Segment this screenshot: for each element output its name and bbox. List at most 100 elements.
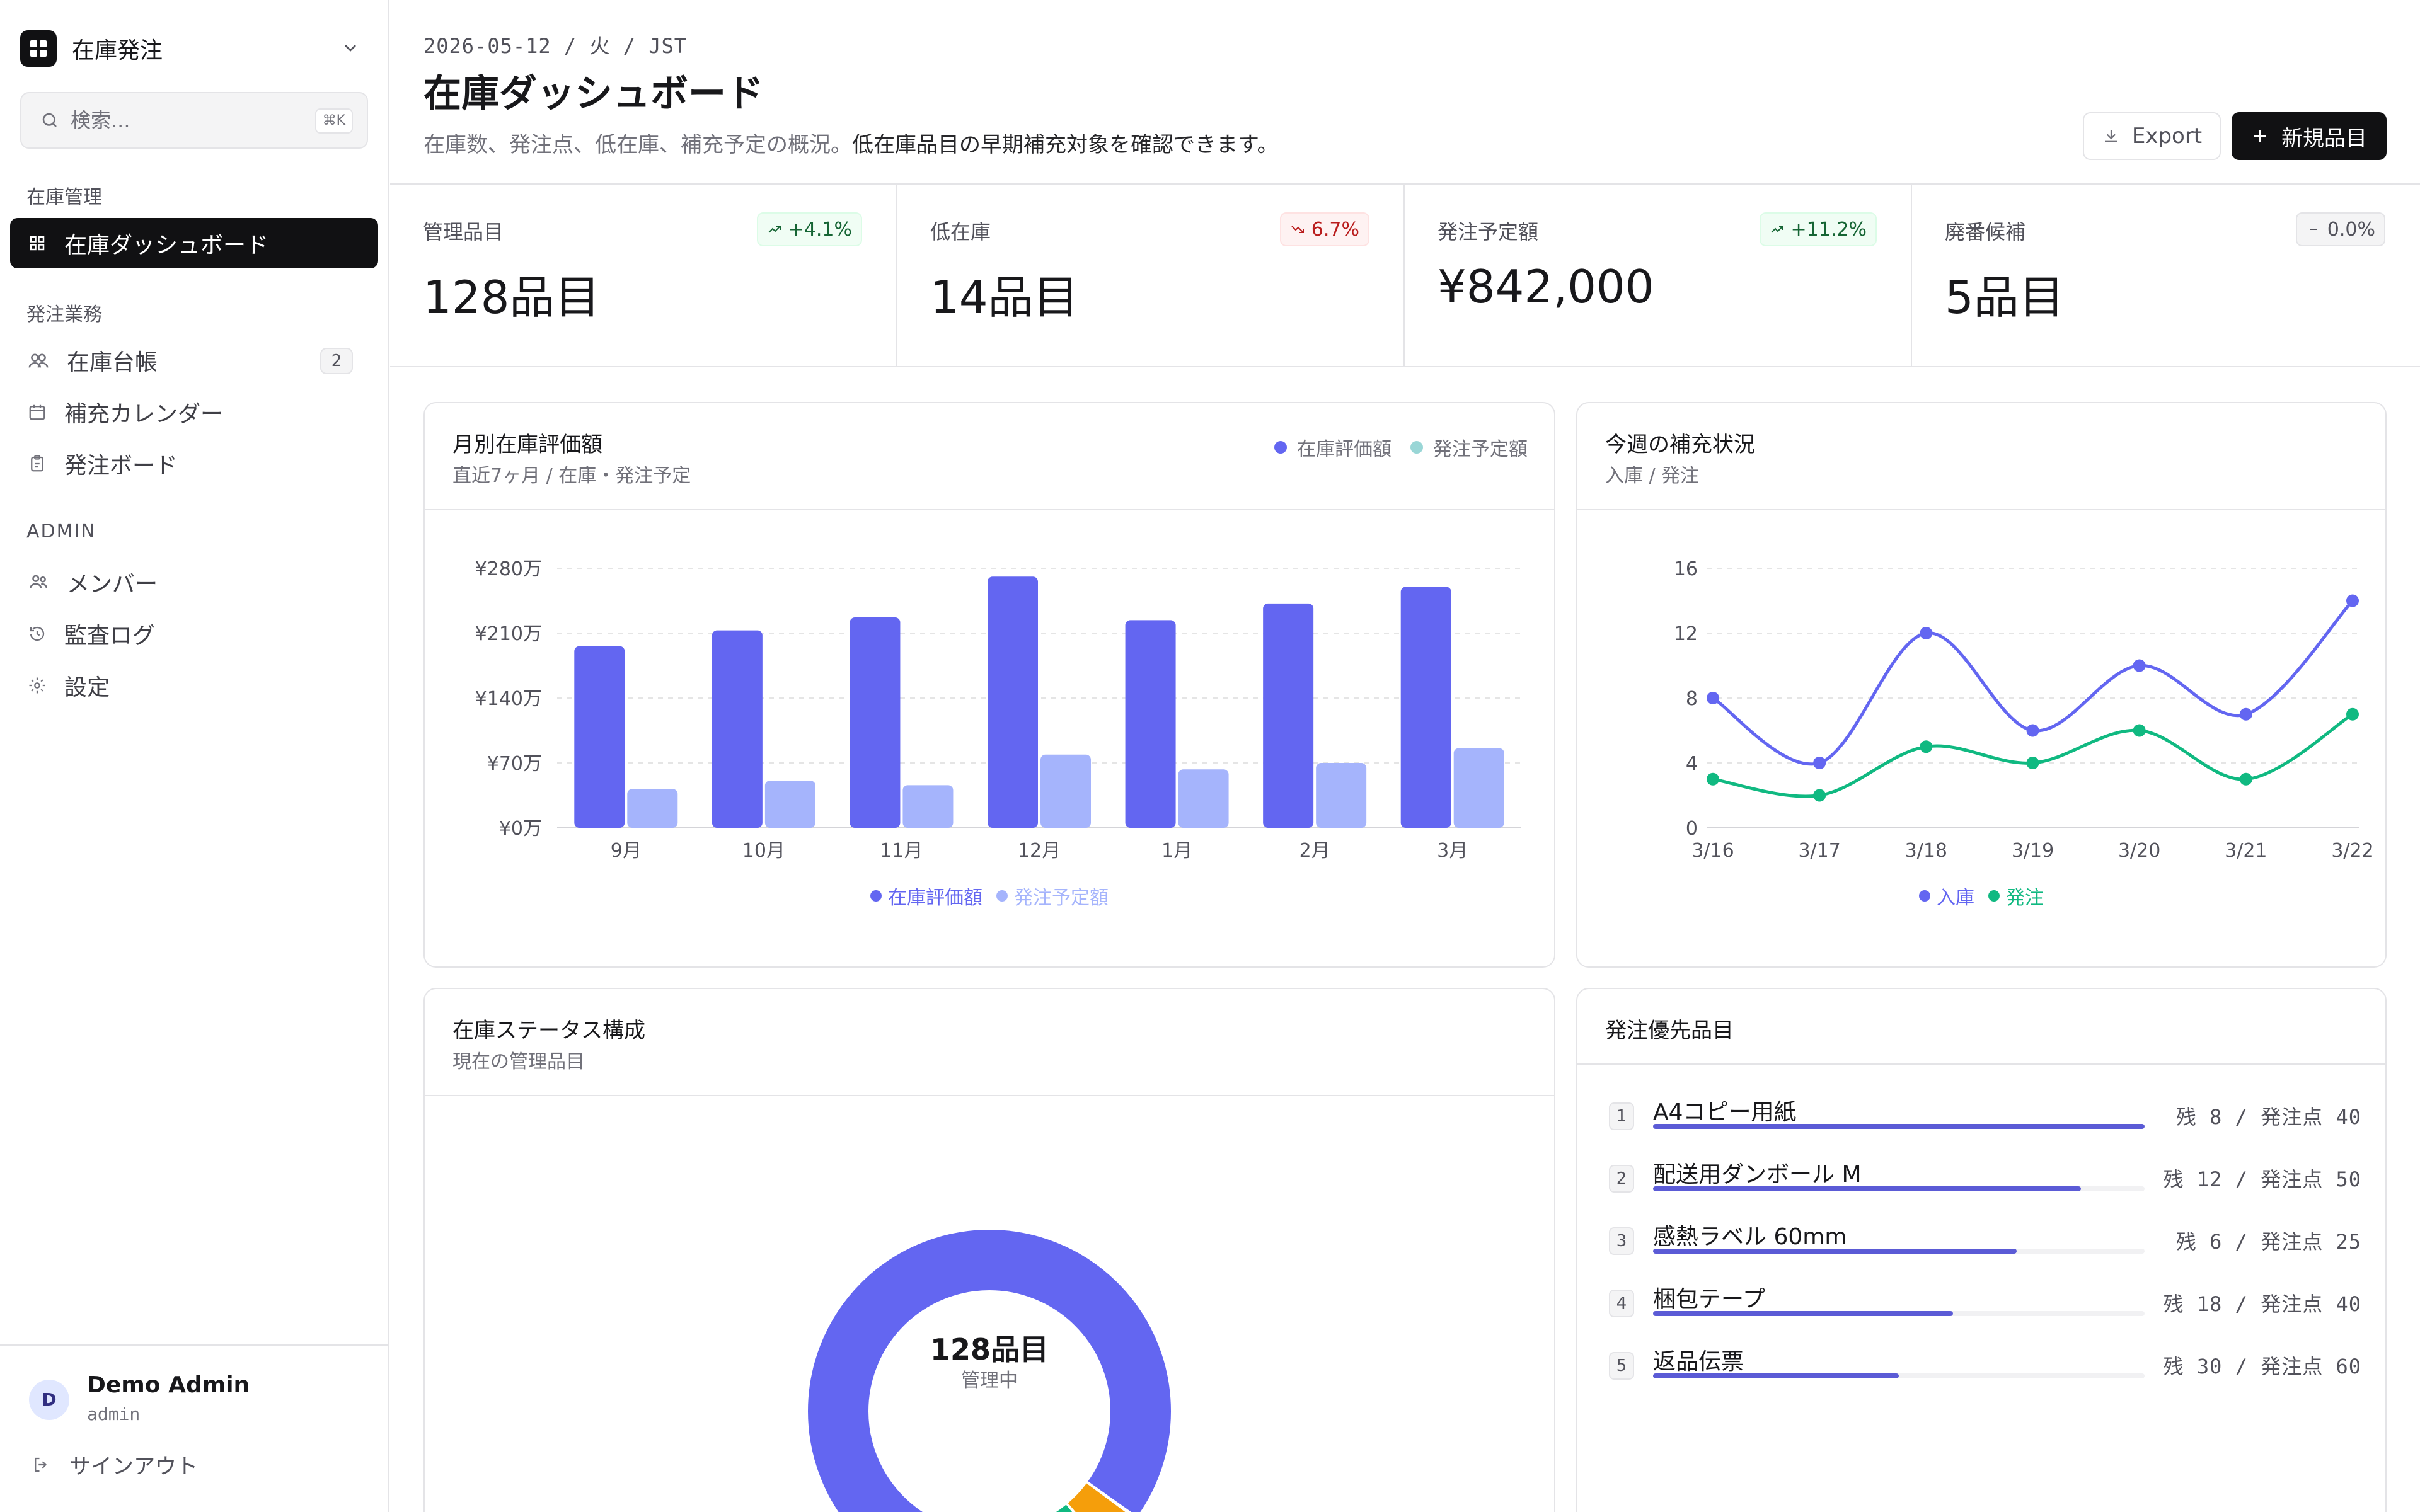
page-description: 在庫数、発注点、低在庫、補充予定の概況。低在庫品目の早期補充対象を確認できます。	[424, 127, 1279, 158]
kpi-label: 管理品目	[423, 220, 504, 244]
priority-row[interactable]: 3 感熱ラベル 60mm 残 6 / 発注点 25	[1605, 1215, 2361, 1265]
trend-up-icon	[1770, 226, 1783, 233]
card-subtitle: 入庫 / 発注	[1605, 465, 1700, 487]
grid-icon	[30, 236, 45, 251]
bar-inventory-value	[712, 630, 763, 828]
bar-inventory-value	[850, 617, 901, 828]
inventory-value-card: 月別在庫評価額 直近7ヶ月 / 在庫・発注予定 在庫評価額 発注予定額 ¥0万 ¥…	[424, 402, 1555, 968]
legend-label: 在庫評価額	[1297, 438, 1392, 461]
priority-bar	[1653, 1373, 2145, 1378]
kpi-card: 低在庫 14品目 6.7%	[897, 185, 1405, 366]
sidebar-item-members[interactable]: メンバー	[10, 557, 378, 607]
bar-chart: ¥0万 ¥70万 ¥140万 ¥210万 ¥280万 9月 10月 11月 12月 1月 2月 3月	[475, 558, 1521, 862]
legend-swatch	[996, 890, 1008, 902]
avatar[interactable]: D	[29, 1380, 69, 1420]
kpi-delta-badge: 0.0%	[2295, 212, 2385, 246]
data-point	[1920, 627, 1933, 639]
priority-bar-fill	[1653, 1186, 2081, 1191]
signout-label: サインアウト	[69, 1454, 198, 1479]
export-button[interactable]: Export	[2083, 112, 2221, 160]
y-tick-label: ¥140万	[475, 688, 542, 710]
calendar-icon	[29, 404, 45, 420]
priority-rank: 3	[1609, 1227, 1634, 1255]
sidebar-item-calendar[interactable]: 補充カレンダー	[10, 387, 378, 437]
new-item-label: 新規品目	[2281, 125, 2367, 151]
kpi-card: 管理品目 128品目 +4.1%	[390, 185, 897, 366]
legend-label: 在庫評価額	[888, 887, 982, 909]
card-title: 在庫ステータス構成	[452, 1018, 645, 1043]
x-tick-label: 10月	[742, 840, 785, 862]
bar-order-planned	[1040, 754, 1091, 828]
history-icon	[30, 626, 45, 641]
legend-label: 発注予定額	[1014, 887, 1109, 909]
x-tick-label: 3/21	[2225, 840, 2267, 862]
legend-label: 発注予定額	[1433, 438, 1528, 461]
y-tick-label: 4	[1686, 753, 1698, 775]
legend-swatch	[1410, 441, 1423, 454]
x-tick-label: 3/22	[2331, 840, 2373, 862]
priority-bar-fill	[1653, 1373, 1899, 1378]
kpi-card: 廃番候補 5品目 0.0%	[1912, 185, 2419, 366]
bar-order-planned	[1178, 769, 1229, 828]
x-tick-label: 3/20	[2118, 840, 2160, 862]
search-box[interactable]: ⌘K	[20, 92, 368, 149]
sidebar-item-dashboard[interactable]: 在庫ダッシュボード	[10, 218, 378, 268]
x-tick-label: 3/19	[2012, 840, 2054, 862]
donut-center-value: 128品目	[930, 1332, 1049, 1366]
series-line-inbound	[1712, 599, 2354, 766]
bar-inventory-value	[574, 646, 625, 828]
kpi-row: 管理品目 128品目 +4.1% 低在庫 14品目 6.7% 発注予定額 ¥84…	[390, 183, 2420, 367]
data-point	[2026, 724, 2039, 737]
status-composition-card: 在庫ステータス構成 現在の管理品目 128品目 管理中	[424, 988, 1555, 1512]
members-icon	[29, 575, 48, 589]
priority-bar-fill	[1653, 1124, 2145, 1129]
kpi-delta-badge: +4.1%	[756, 212, 862, 246]
x-tick-label: 11月	[880, 840, 923, 862]
sidebar-item-label: 監査ログ	[64, 623, 156, 649]
priority-row[interactable]: 4 梱包テープ 残 18 / 発注点 40	[1605, 1277, 2361, 1327]
data-point	[1813, 757, 1826, 769]
priority-row[interactable]: 5 返品伝票 残 30 / 発注点 60	[1605, 1339, 2361, 1390]
card-subtitle: 直近7ヶ月 / 在庫・発注予定	[452, 465, 691, 487]
bar-inventory-value	[988, 576, 1038, 828]
chevron-down-icon	[345, 45, 356, 52]
priority-stock-text: 残 30 / 発注点 60	[2163, 1354, 2361, 1378]
priority-row[interactable]: 1 A4コピー用紙 残 8 / 発注点 40	[1605, 1090, 2361, 1140]
x-tick-label: 9月	[611, 840, 642, 862]
data-point	[2026, 757, 2039, 769]
sidebar-item-label: 発注ボード	[64, 453, 178, 479]
card-header: 今週の補充状況 入庫 / 発注	[1577, 403, 2385, 510]
sidebar-item-ledger[interactable]: 在庫台帳 2	[10, 335, 378, 386]
sidebar-item-order-board[interactable]: 発注ボード	[10, 438, 378, 489]
minus-icon	[2309, 229, 2317, 230]
replenishment-card: 今週の補充状況 入庫 / 発注 0 4 8 12 16 3/16 3/17 3/18 3/19 3…	[1576, 402, 2387, 968]
priority-stock-text: 残 8 / 発注点 40	[2175, 1105, 2361, 1129]
kpi-value: 14品目	[930, 271, 1079, 324]
workspace-switcher[interactable]: 在庫発注	[20, 26, 360, 71]
search-input[interactable]	[71, 108, 297, 132]
card-header: 月別在庫評価額 直近7ヶ月 / 在庫・発注予定 在庫評価額 発注予定額	[425, 403, 1554, 510]
user-name: Demo Admin	[87, 1372, 250, 1398]
priority-row[interactable]: 2 配送用ダンボール M 残 12 / 発注点 50	[1605, 1152, 2361, 1203]
gear-icon	[29, 677, 45, 694]
bar-order-planned	[1316, 763, 1367, 828]
card-title: 発注優先品目	[1605, 1018, 1734, 1043]
priority-bar	[1653, 1124, 2145, 1129]
sidebar-item-audit-log[interactable]: 監査ログ	[10, 609, 378, 659]
chart-legend-bottom: 在庫評価額 発注予定額	[425, 882, 1554, 910]
card-subtitle: 現在の管理品目	[452, 1051, 585, 1073]
legend-swatch	[1274, 441, 1287, 454]
x-tick-label: 3月	[1437, 840, 1468, 862]
y-tick-label: 0	[1686, 818, 1698, 840]
signout-button[interactable]: サインアウト	[32, 1449, 198, 1480]
donut-chart	[808, 1230, 1171, 1512]
new-item-button[interactable]: 新規品目	[2232, 112, 2387, 160]
data-point	[1707, 772, 1719, 786]
user-role: admin	[87, 1404, 141, 1424]
line-chart: 0 4 8 12 16 3/16 3/17 3/18 3/19 3/20 3/21 3/22	[1674, 558, 2374, 862]
search-shortcut: ⌘K	[314, 108, 353, 134]
sidebar-item-settings[interactable]: 設定	[10, 660, 378, 711]
kpi-value: ¥842,000	[1438, 260, 1654, 313]
order-priority-card: 発注優先品目 1 A4コピー用紙 残 8 / 発注点 40 2 配送用ダンボール M 残 …	[1576, 988, 2387, 1512]
legend-label: 入庫	[1937, 887, 1974, 909]
